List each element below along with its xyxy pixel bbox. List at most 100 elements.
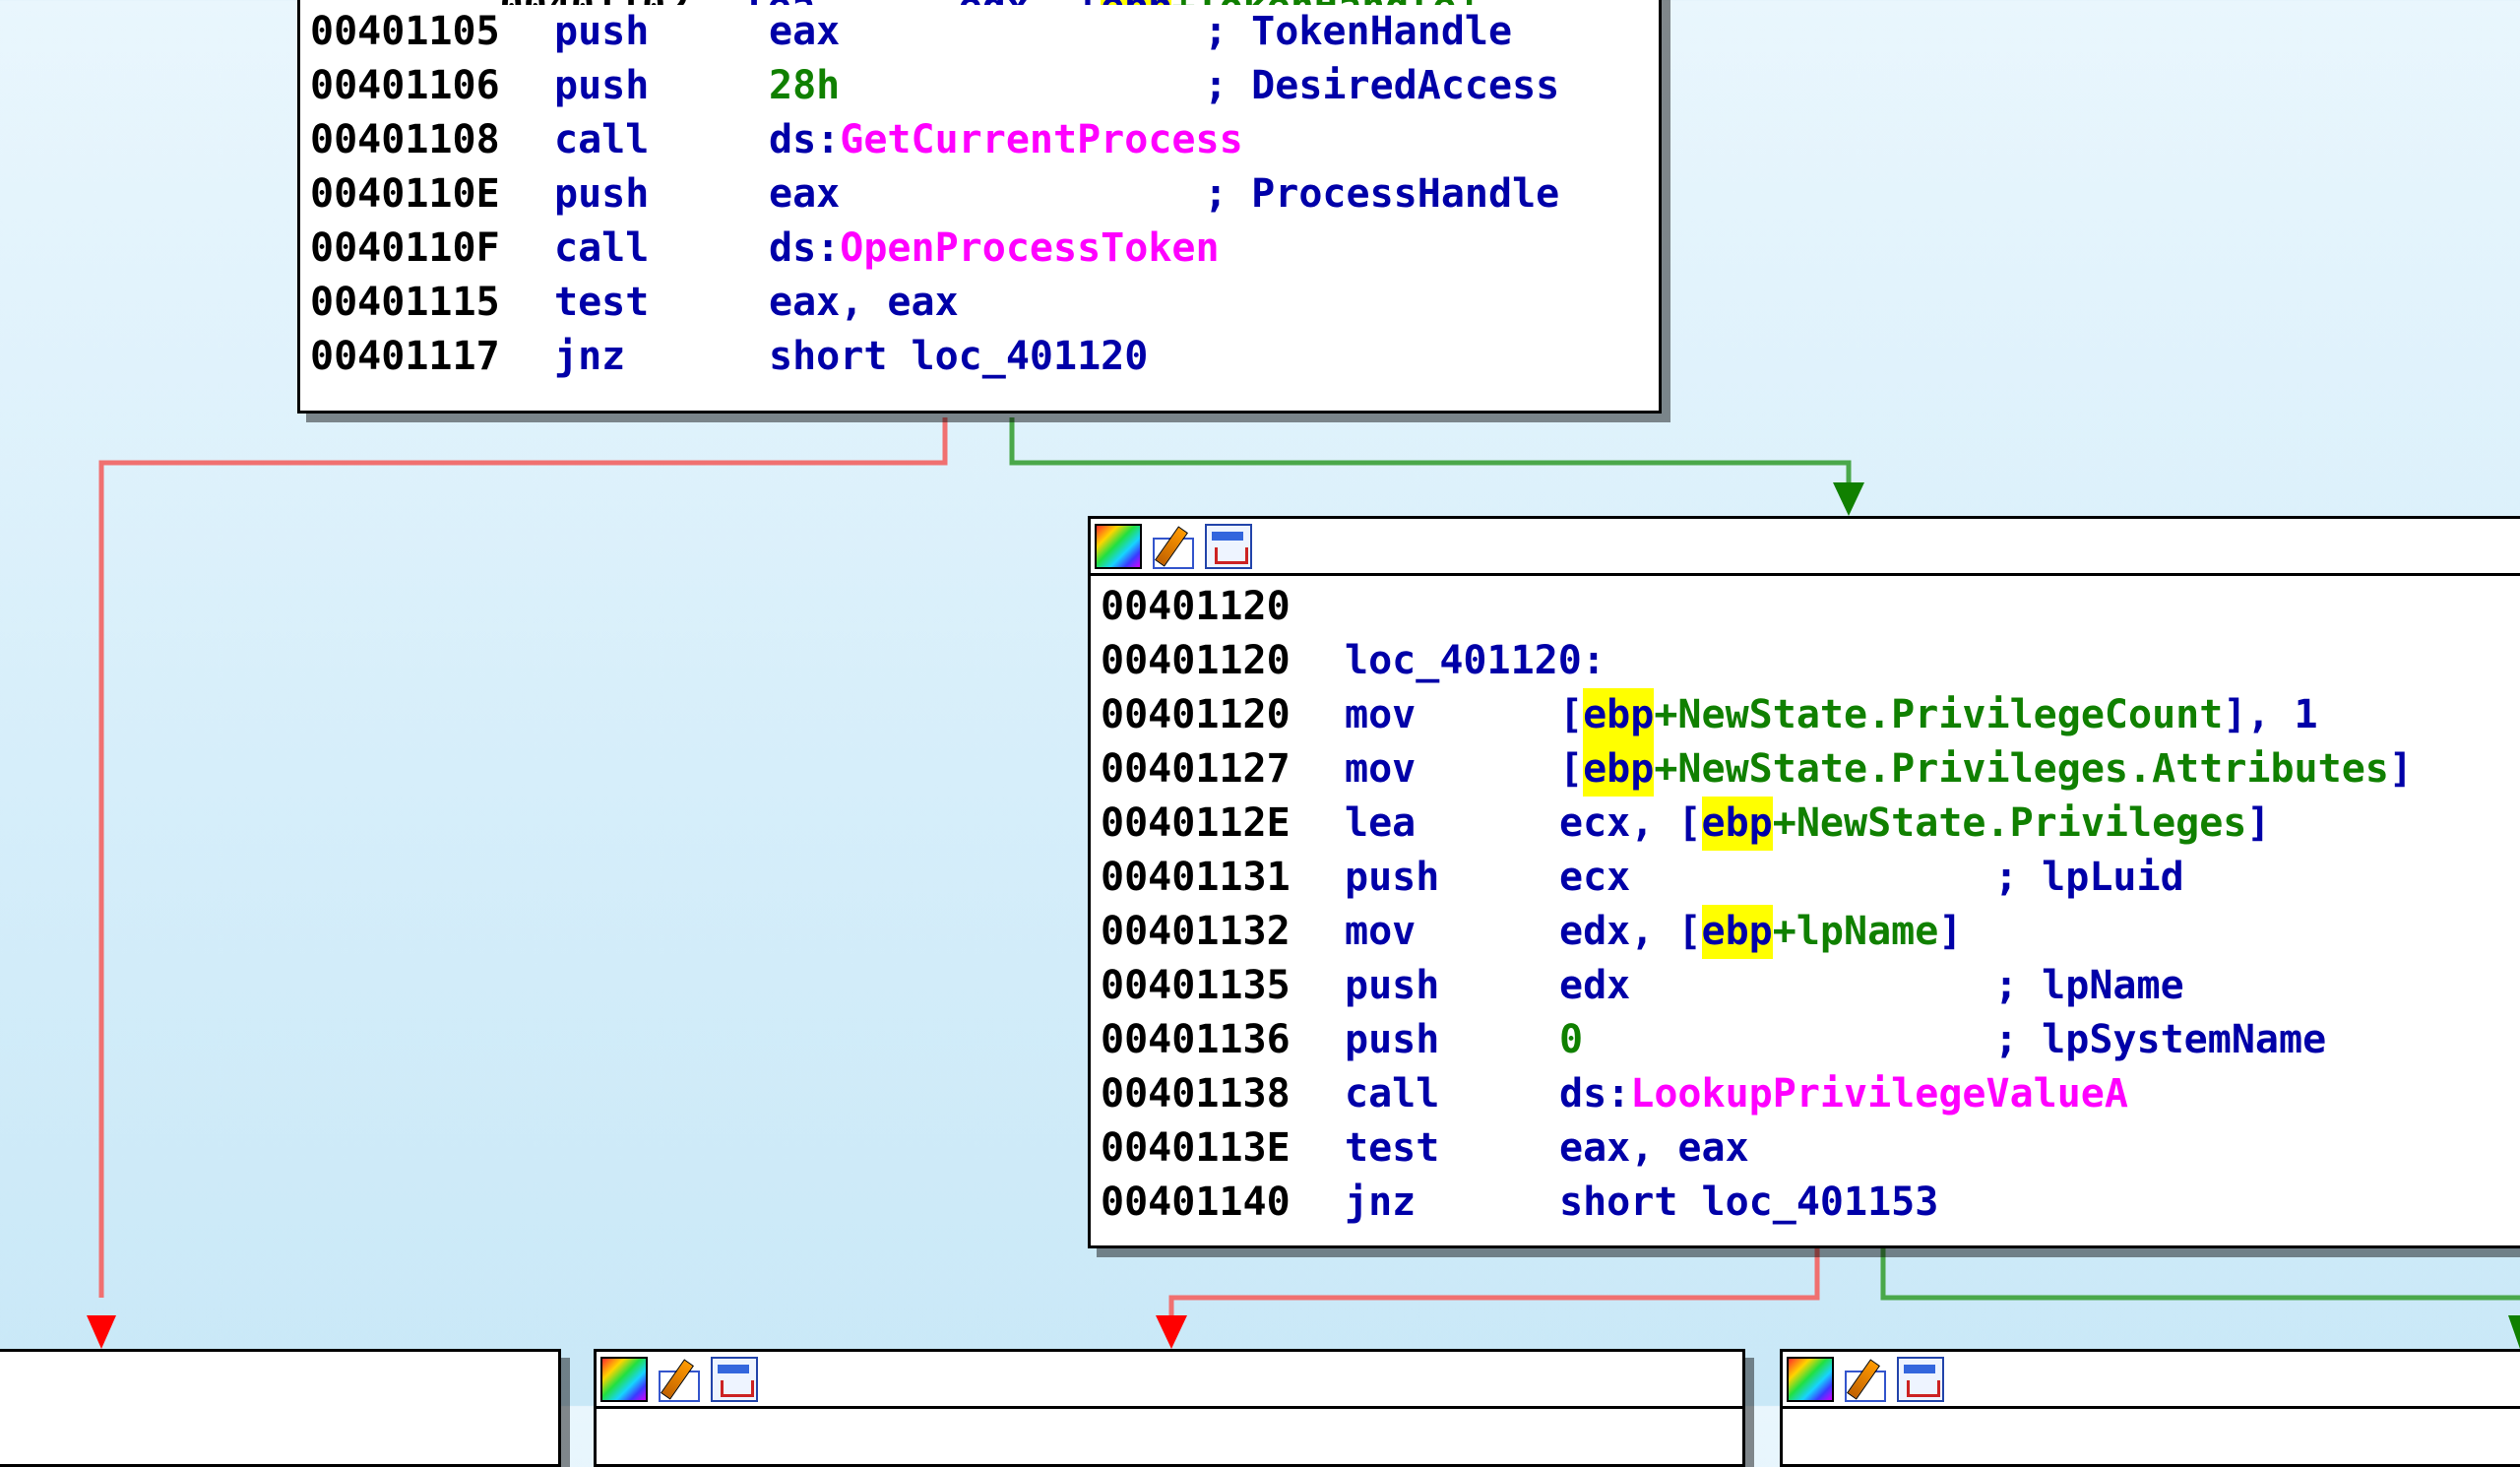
register-highlight[interactable]: ebp [1701,905,1773,959]
mnemonic[interactable]: call [1345,1067,1559,1121]
code-line[interactable]: 0040112E lea ecx, [ebp+NewState.Privileges… [1101,797,2520,851]
operand-token[interactable]: 28h [769,59,840,113]
operand-token[interactable]: eax, eax [769,276,959,330]
operand[interactable]: ecx [1559,851,1994,905]
mnemonic[interactable]: mov [1345,742,1559,797]
graph-view-icon[interactable] [1205,523,1252,569]
mnemonic[interactable]: push [1345,1013,1559,1067]
operand[interactable]: edx, [ebp+lpName] [1559,905,1994,959]
mnemonic[interactable]: call [554,113,769,167]
mnemonic[interactable]: lea [1345,797,1559,851]
register-highlight[interactable]: ebp [1701,797,1773,851]
register-highlight[interactable]: ebp [1583,742,1655,797]
operand[interactable]: 28h [769,59,1204,113]
operand[interactable]: [ebp+NewState.Privileges.Attributes] [1559,742,2413,797]
graph-view-icon[interactable] [1897,1356,1944,1402]
operand[interactable]: ds:OpenProcessToken [769,222,1220,276]
operand-token[interactable]: ] [1938,905,1962,959]
operand-token[interactable]: ds: [769,113,840,167]
mnemonic[interactable]: push [1345,959,1559,1013]
api-name[interactable]: OpenProcessToken [840,222,1219,276]
code-block-top[interactable]: 00401102leaedx, [ebp+TokenHandle] 004011… [297,0,1662,414]
code-line[interactable]: 00401120 [1101,580,2520,634]
color-palette-icon[interactable] [1095,523,1142,569]
operand-token[interactable]: ] [2246,797,2270,851]
operand-token[interactable]: short loc_401120 [769,330,1148,384]
graph-view-icon[interactable] [711,1356,758,1402]
code-line[interactable]: 00401106 push 28h ; DesiredAccess [310,59,1659,113]
graph-canvas[interactable]: 00401102leaedx, [ebp+TokenHandle] 004011… [0,0,2520,1467]
operand-token[interactable]: ] [2389,742,2413,797]
mnemonic[interactable]: call [554,222,769,276]
operand[interactable]: ds:LookupPrivilegeValueA [1559,1067,2128,1121]
operand-token[interactable]: +NewState.Privileges.Attributes [1654,742,2389,797]
register-highlight[interactable]: ebp [1101,0,1172,5]
operand-token[interactable]: eax, eax [1559,1121,1749,1176]
mnemonic[interactable]: push [1345,851,1559,905]
code-line[interactable]: 00401135 push edx ; lpName [1101,959,2520,1013]
operand-token[interactable]: +lpName [1773,905,1939,959]
operand-token[interactable]: ds: [1559,1067,1630,1121]
operand[interactable]: edx [1559,959,1994,1013]
mnemonic[interactable]: jnz [554,330,769,384]
operand-token[interactable]: eax [769,5,840,59]
code-block-bottom-mid[interactable] [594,1349,1745,1467]
operand-token[interactable]: edx [1559,959,1630,1013]
operand-token[interactable]: [ [1559,688,1583,742]
code-line[interactable]: 00401127 mov [ebp+NewState.Privileges.Attr… [1101,742,2520,797]
operand-token[interactable]: ecx, [ [1559,797,1702,851]
code-block-bottom-left[interactable] [0,1349,561,1467]
code-line[interactable]: 0040110F call ds:OpenProcessToken [310,222,1659,276]
color-palette-icon[interactable] [600,1356,648,1402]
operand-token[interactable]: +NewState.PrivilegeCount [1654,688,2223,742]
mnemonic[interactable]: test [554,276,769,330]
code-line[interactable]: 00401108 call ds:GetCurrentProcess [310,113,1659,167]
operand[interactable]: eax, eax [1559,1121,1994,1176]
operand[interactable]: [ebp+NewState.PrivilegeCount], 1 [1559,688,2318,742]
operand-token[interactable]: edx, [ [1559,905,1702,959]
code-line[interactable]: 00401140 jnz short loc_401153 [1101,1176,2520,1230]
operand-token[interactable]: short loc_401153 [1559,1176,1938,1230]
mnemonic[interactable]: test [1345,1121,1559,1176]
operand-token[interactable]: +TokenHandle] [1171,0,1480,5]
code-line[interactable]: 00401132 mov edx, [ebp+lpName] [1101,905,2520,959]
code-line[interactable]: 00401131 push ecx ; lpLuid [1101,851,2520,905]
code-line[interactable]: 00401138 call ds:LookupPrivilegeValueA [1101,1067,2520,1121]
operand-token[interactable]: ], 1 [2223,688,2317,742]
operand[interactable]: 0 [1559,1013,1994,1067]
color-palette-icon[interactable] [1787,1356,1834,1402]
code-line[interactable]: 00401136 push 0 ; lpSystemName [1101,1013,2520,1067]
operand[interactable]: eax [769,167,1204,222]
api-name[interactable]: GetCurrentProcess [840,113,1242,167]
mnemonic[interactable]: push [554,5,769,59]
code-line[interactable]: 00401105 push eax ; TokenHandle [310,5,1659,59]
mnemonic[interactable]: jnz [1345,1176,1559,1230]
operand[interactable]: short loc_401153 [1559,1176,1994,1230]
edit-pencil-icon[interactable] [656,1357,703,1402]
mnemonic[interactable]: loc_401120: [1345,634,1606,688]
code-line[interactable]: 0040113E test eax, eax [1101,1121,2520,1176]
api-name[interactable]: LookupPrivilegeValueA [1630,1067,2128,1121]
operand-token[interactable]: eax [769,167,840,222]
operand-token[interactable]: ecx [1559,851,1630,905]
code-line[interactable]: 00401120 mov [ebp+NewState.PrivilegeCount]… [1101,688,2520,742]
code-line[interactable]: 00401117 jnz short loc_401120 [310,330,1659,384]
operand-token[interactable]: edx, [ [959,0,1102,5]
mnemonic[interactable]: push [554,59,769,113]
operand-token[interactable]: +NewState.Privileges [1773,797,2247,851]
mnemonic[interactable]: mov [1345,688,1559,742]
operand[interactable]: ecx, [ebp+NewState.Privileges] [1559,797,2270,851]
code-line[interactable]: 0040110E push eax ; ProcessHandle [310,167,1659,222]
register-highlight[interactable]: ebp [1583,688,1655,742]
operand[interactable]: eax [769,5,1204,59]
mnemonic[interactable]: push [554,167,769,222]
code-block-loc-401120[interactable]: 00401120 00401120 loc_401120: 00401120 mov [e… [1088,516,2520,1248]
edit-pencil-icon[interactable] [1842,1357,1889,1402]
operand[interactable]: ds:GetCurrentProcess [769,113,1243,167]
operand[interactable]: short loc_401120 [769,330,1204,384]
operand-token[interactable]: [ [1559,742,1583,797]
code-line[interactable]: 00401120 loc_401120: [1101,634,2520,688]
code-block-bottom-right[interactable] [1780,1349,2520,1467]
code-line-partial[interactable]: 00401102leaedx, [ebp+TokenHandle] [310,0,1659,5]
code-line[interactable]: 00401115 test eax, eax [310,276,1659,330]
